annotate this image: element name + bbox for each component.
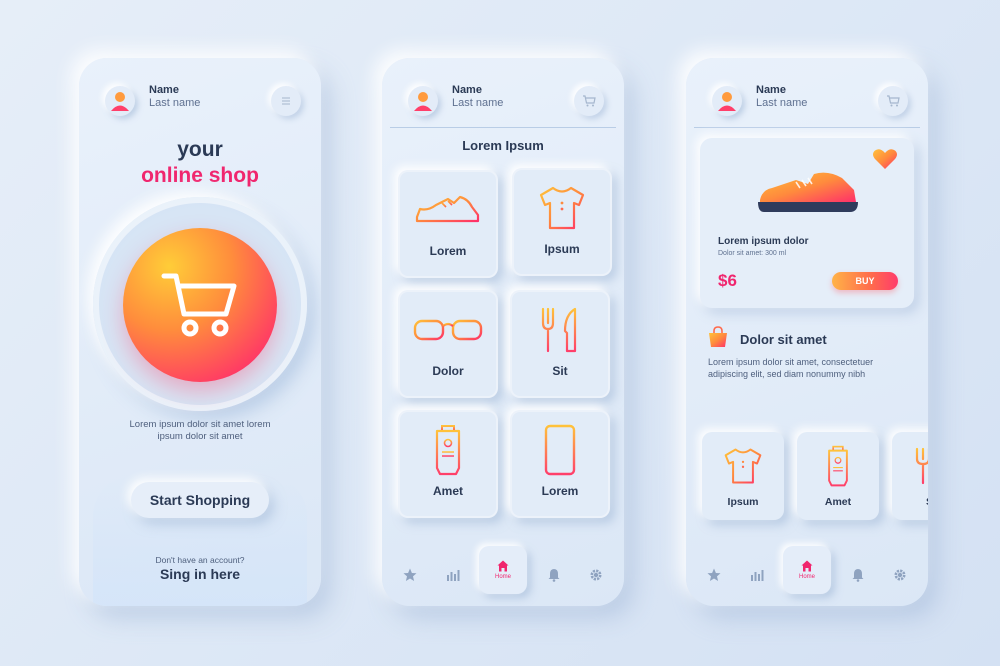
mini-tile-label: Ipsum [727,496,759,508]
user-name: Name [149,84,179,96]
hero-title-line1: your [177,138,223,161]
gear-icon [894,569,906,581]
menu-icon [282,97,290,105]
cart-button[interactable] [878,86,908,116]
nav-home-label: Home [494,574,511,580]
user-avatar-icon [111,92,129,111]
cart-icon [887,95,900,107]
glasses-icon [413,319,483,341]
shopping-cart-icon [161,273,237,337]
nav-favorites[interactable] [705,566,723,584]
favorite-button[interactable] [872,148,898,175]
avatar[interactable] [712,86,742,116]
header-divider [694,127,920,128]
star-icon [707,568,721,581]
phone-screen-welcome: Name Last name your online shop Lorem ip… [79,58,321,606]
product-name: Lorem ipsum dolor [718,236,809,247]
user-last-name: Last name [452,97,504,109]
bottom-nav: Home [382,536,624,606]
mini-tile-partial[interactable]: S [892,432,928,520]
category-label: Amet [432,484,463,498]
tshirt-icon [724,448,762,484]
heart-icon [873,149,897,169]
bottom-nav: Home [686,536,928,606]
fork-icon [915,447,928,485]
nav-home[interactable]: Home [783,546,831,594]
nav-favorites[interactable] [401,566,419,584]
category-label: Lorem [429,244,467,258]
mini-tile-label: Amet [824,496,852,508]
category-label: Sit [552,364,568,378]
nav-home[interactable]: Home [479,546,527,594]
category-tile-lorem[interactable]: Lorem [398,170,498,278]
mini-tile-label: S [892,496,928,508]
tshirt-icon [539,186,585,230]
hero-cart-button[interactable] [123,228,277,382]
home-icon [497,560,509,572]
start-shopping-button[interactable]: Start Shopping [131,482,269,518]
avatar[interactable] [408,86,438,116]
hero-description: Lorem ipsum dolor sit amet lorem ipsum d… [129,419,271,442]
chart-icon [751,570,764,581]
mini-tile-amet[interactable]: Amet [797,432,879,520]
user-header: Name Last name [105,84,301,120]
nav-settings[interactable] [891,566,909,584]
sneaker-icon [758,172,858,212]
home-icon [801,560,813,572]
cart-button[interactable] [574,86,604,116]
shopping-bag-icon [709,326,727,347]
cart-icon [583,95,596,107]
avatar[interactable] [105,86,135,116]
hero-title-line2: online shop [141,164,259,187]
star-icon [403,568,417,581]
user-header: Name Last name [408,84,604,120]
account-question: Don't have an account? [155,555,245,565]
cream-tube-icon [435,425,461,476]
nav-home-label: Home [798,574,815,580]
gear-icon [590,569,602,581]
user-name: Name [452,84,482,96]
section-title: Dolor sit amet [740,332,827,347]
category-tile-sit[interactable]: Sit [510,290,610,398]
sign-in-link[interactable]: Sing in here [79,566,321,582]
user-header: Name Last name [712,84,908,120]
product-price: $6 [718,271,737,290]
chart-icon [447,570,460,581]
buy-button[interactable]: BUY [832,272,898,290]
sneaker-icon [415,195,480,223]
phone-screen-categories: Name Last name Lorem Ipsum Lorem Ipsum D… [382,58,624,606]
section-header: Dolor sit amet [708,326,827,350]
user-avatar-icon [718,92,736,111]
category-tile-dolor[interactable]: Dolor [398,290,498,398]
category-tile-amet[interactable]: Amet [398,410,498,518]
nav-notifications[interactable] [545,566,563,584]
mini-tile-ipsum[interactable]: Ipsum [702,432,784,520]
bell-icon [548,569,560,582]
cream-tube-icon [828,445,848,487]
phone-screen-product: Name Last name Lorem ipsum dolor Dolor s… [686,58,928,606]
user-last-name: Last name [149,97,201,109]
user-last-name: Last name [756,97,808,109]
smartphone-icon [544,424,576,476]
categories-title: Lorem Ipsum [462,138,544,153]
fork-knife-icon [541,307,577,353]
header-divider [390,127,616,128]
nav-settings[interactable] [587,566,605,584]
nav-stats[interactable] [444,566,462,584]
nav-notifications[interactable] [849,566,867,584]
product-image [756,168,860,223]
nav-stats[interactable] [748,566,766,584]
bell-icon [852,569,864,582]
category-label: Ipsum [544,242,580,256]
menu-button[interactable] [271,86,301,116]
category-label: Lorem [541,484,579,498]
user-avatar-icon [414,92,432,111]
product-card[interactable]: Lorem ipsum dolor Dolor sit amet: 300 ml… [700,138,914,308]
category-tile-lorem-2[interactable]: Lorem [510,410,610,518]
user-name: Name [756,84,786,96]
product-subtitle: Dolor sit amet: 300 ml [718,250,787,257]
category-label: Dolor [432,364,464,378]
section-description: Lorem ipsum dolor sit amet, consectetuer… [708,357,874,379]
category-tile-ipsum[interactable]: Ipsum [512,168,612,276]
